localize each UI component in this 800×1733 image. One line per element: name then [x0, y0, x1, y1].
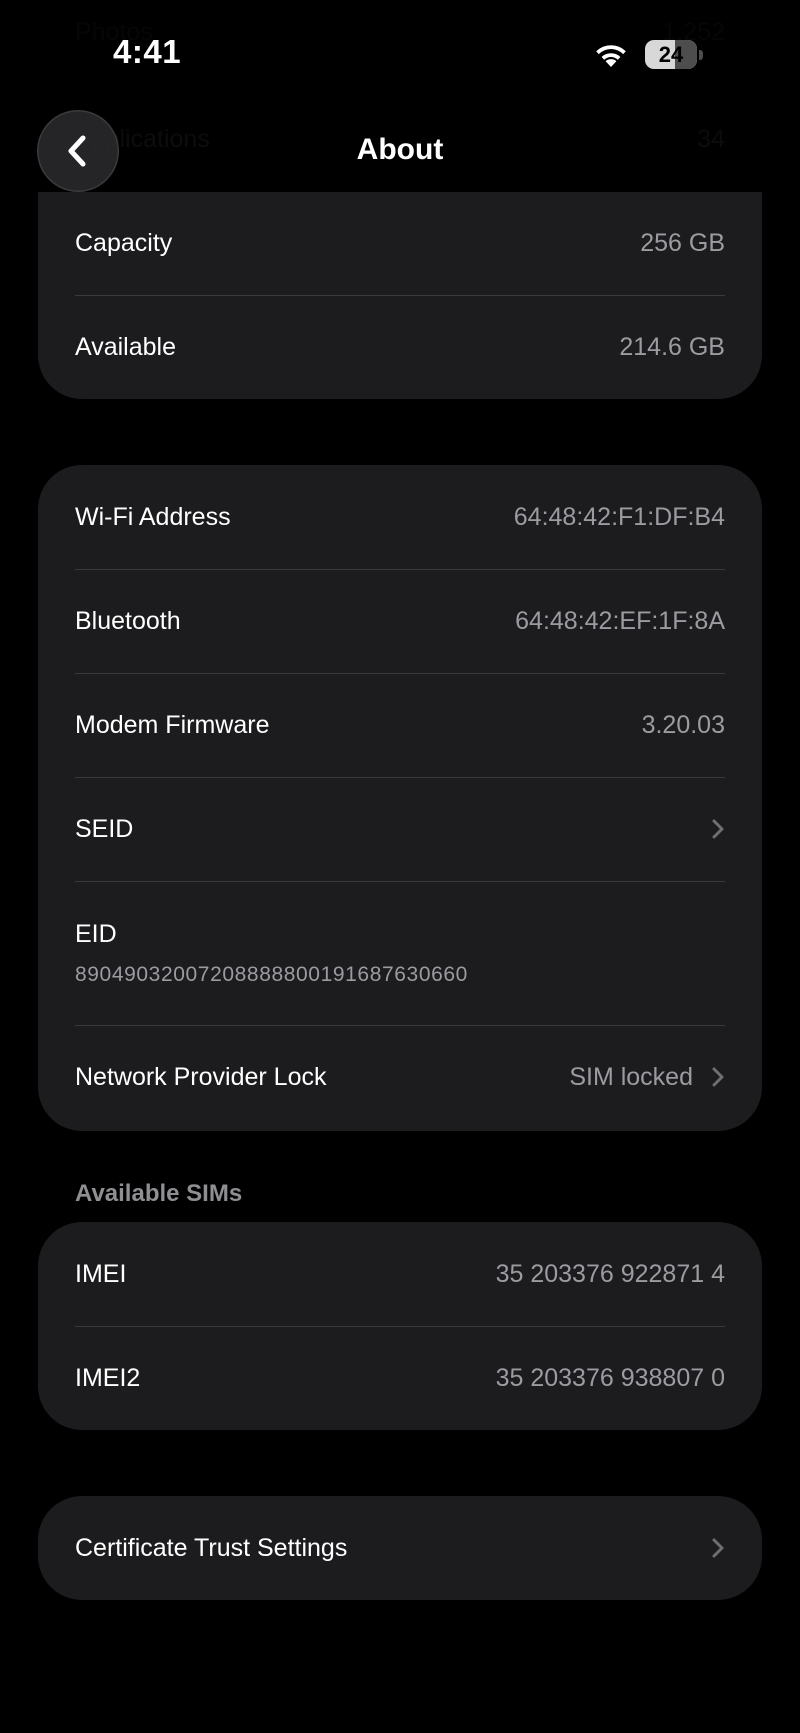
modem-firmware-row: Modem Firmware 3.20.03	[75, 673, 725, 777]
certificate-trust-settings-row[interactable]: Certificate Trust Settings	[75, 1496, 725, 1600]
bluetooth-label: Bluetooth	[75, 606, 181, 635]
available-value: 214.6 GB	[619, 332, 725, 361]
imei2-row: IMEI2 35 203376 938807 0	[75, 1326, 725, 1430]
battery-icon: 24	[645, 40, 703, 69]
imei-row: IMEI 35 203376 922871 4	[75, 1222, 725, 1326]
network-group: Wi-Fi Address 64:48:42:F1:DF:B4 Bluetoot…	[38, 465, 762, 1131]
page-title: About	[356, 133, 444, 166]
storage-group: Capacity 256 GB Available 214.6 GB	[38, 192, 762, 399]
battery-percentage: 24	[658, 42, 684, 67]
network-provider-lock-value: SIM locked	[569, 1062, 693, 1091]
imei2-value: 35 203376 938807 0	[495, 1363, 725, 1392]
wifi-address-label: Wi-Fi Address	[75, 502, 231, 531]
capacity-label: Capacity	[75, 229, 173, 257]
chevron-right-icon	[712, 1067, 724, 1087]
eid-row: EID 89049032007208888800191687630660	[75, 881, 725, 1025]
chevron-right-icon	[712, 819, 724, 839]
seid-label: SEID	[75, 814, 134, 843]
chevron-right-icon	[712, 1538, 724, 1558]
modem-firmware-value: 3.20.03	[641, 710, 725, 739]
wifi-address-row: Wi-Fi Address 64:48:42:F1:DF:B4	[75, 465, 725, 569]
bluetooth-value: 64:48:42:EF:1F:8A	[515, 606, 725, 635]
eid-label: EID	[75, 919, 117, 948]
wifi-icon	[596, 45, 626, 67]
imei-label: IMEI	[75, 1259, 127, 1288]
certificate-trust-settings-label: Certificate Trust Settings	[75, 1533, 348, 1562]
imei-value: 35 203376 922871 4	[495, 1259, 725, 1288]
available-label: Available	[75, 332, 177, 361]
capacity-row: Capacity 256 GB	[75, 192, 725, 295]
seid-row[interactable]: SEID	[75, 777, 725, 881]
eid-value: 89049032007208888800191687630660	[75, 962, 468, 986]
imei2-label: IMEI2	[75, 1363, 141, 1392]
capacity-value: 256 GB	[640, 229, 725, 257]
network-provider-lock-row[interactable]: Network Provider Lock SIM locked	[75, 1025, 725, 1129]
sims-group: IMEI 35 203376 922871 4 IMEI2 35 203376 …	[38, 1222, 762, 1430]
available-row: Available 214.6 GB	[75, 295, 725, 399]
certificate-group: Certificate Trust Settings	[38, 1496, 762, 1600]
bluetooth-row: Bluetooth 64:48:42:EF:1F:8A	[75, 569, 725, 673]
network-provider-lock-label: Network Provider Lock	[75, 1062, 327, 1091]
wifi-address-value: 64:48:42:F1:DF:B4	[513, 502, 725, 531]
status-bar: 4:41 24	[0, 0, 800, 100]
status-time: 4:41	[113, 33, 182, 70]
available-sims-header: Available SIMs	[75, 1180, 243, 1207]
modem-firmware-label: Modem Firmware	[75, 710, 270, 739]
